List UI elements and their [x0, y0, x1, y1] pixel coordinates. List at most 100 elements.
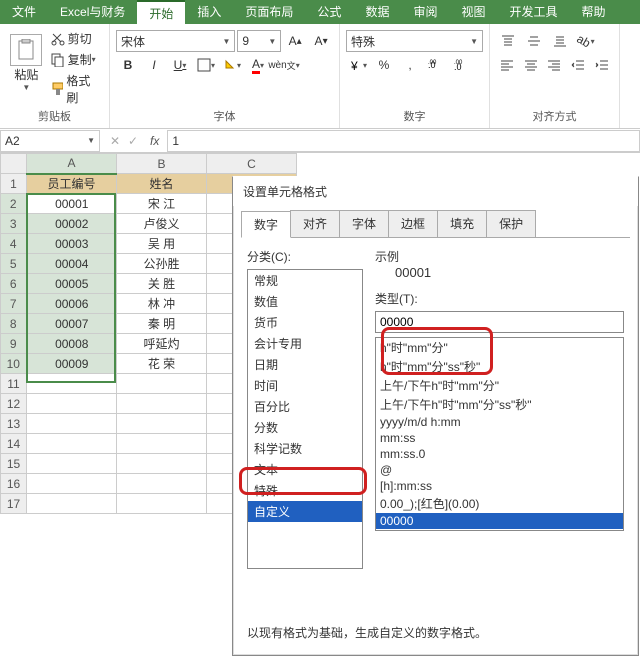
col-header-c[interactable]: C	[207, 154, 297, 174]
row-header[interactable]: 10	[1, 354, 27, 374]
cancel-icon[interactable]: ✕	[106, 134, 124, 148]
cell[interactable]: 00005	[27, 274, 117, 294]
accounting-format-button[interactable]: ¥▾	[346, 54, 370, 76]
list-item[interactable]: 时间	[248, 375, 362, 396]
row-header[interactable]: 11	[1, 374, 27, 394]
cell[interactable]	[117, 414, 207, 434]
list-item[interactable]: [h]:mm:ss	[376, 478, 623, 494]
cell[interactable]	[27, 474, 117, 494]
cell[interactable]	[27, 374, 117, 394]
align-right-button[interactable]	[544, 54, 566, 76]
tab-help[interactable]: 帮助	[570, 0, 618, 24]
align-middle-button[interactable]	[522, 30, 546, 52]
list-item[interactable]: 上午/下午h"时"mm"分"ss"秒"	[376, 395, 623, 414]
cell[interactable]: 关 胜	[117, 274, 207, 294]
list-item[interactable]: h"时"mm"分"ss"秒"	[376, 357, 623, 376]
cell[interactable]: 00002	[27, 214, 117, 234]
cell[interactable]: 姓名	[117, 174, 207, 194]
list-item[interactable]: 货币	[248, 312, 362, 333]
decrease-font-button[interactable]: A▾	[309, 30, 333, 52]
list-item[interactable]: 日期	[248, 354, 362, 375]
cell[interactable]: 宋 江	[117, 194, 207, 214]
align-left-button[interactable]	[496, 54, 518, 76]
tab-excel-finance[interactable]: Excel与财务	[48, 0, 137, 24]
copy-button[interactable]: 复制▾	[47, 49, 103, 70]
list-item[interactable]: 百分比	[248, 396, 362, 417]
underline-button[interactable]: U▾	[168, 54, 192, 76]
cell[interactable]	[117, 394, 207, 414]
row-header[interactable]: 15	[1, 454, 27, 474]
font-color-button[interactable]: A▾	[246, 54, 270, 76]
italic-button[interactable]: I	[142, 54, 166, 76]
dialog-tab-fill[interactable]: 填充	[437, 210, 487, 237]
list-item[interactable]: 会计专用	[248, 333, 362, 354]
row-header[interactable]: 2	[1, 194, 27, 214]
fx-icon[interactable]: fx	[142, 134, 167, 148]
font-name-combo[interactable]: 宋体▼	[116, 30, 235, 52]
col-header-b[interactable]: B	[117, 154, 207, 174]
tab-file[interactable]: 文件	[0, 0, 48, 24]
list-item[interactable]: 0.00_);[红色](0.00)	[376, 494, 623, 513]
select-all-corner[interactable]	[1, 154, 27, 174]
cell[interactable]	[27, 454, 117, 474]
cell[interactable]	[117, 434, 207, 454]
cell[interactable]	[117, 494, 207, 514]
dialog-tab-font[interactable]: 字体	[339, 210, 389, 237]
orientation-button[interactable]: ab▾	[574, 30, 598, 52]
cell[interactable]: 呼延灼	[117, 334, 207, 354]
decrease-decimal-button[interactable]: .00.0	[450, 54, 474, 76]
comma-style-button[interactable]: ,	[398, 54, 422, 76]
enter-icon[interactable]: ✓	[124, 134, 142, 148]
percent-button[interactable]: %	[372, 54, 396, 76]
row-header[interactable]: 5	[1, 254, 27, 274]
row-header[interactable]: 16	[1, 474, 27, 494]
font-size-combo[interactable]: 9▼	[237, 30, 281, 52]
align-center-button[interactable]	[520, 54, 542, 76]
row-header[interactable]: 3	[1, 214, 27, 234]
list-item[interactable]: 文本	[248, 459, 362, 480]
tab-home[interactable]: 开始	[137, 0, 185, 24]
list-item[interactable]: 数值	[248, 291, 362, 312]
cell[interactable]	[27, 494, 117, 514]
cell[interactable]: 00009	[27, 354, 117, 374]
phonetic-button[interactable]: wèn文▾	[272, 54, 296, 76]
row-header[interactable]: 12	[1, 394, 27, 414]
decrease-indent-button[interactable]	[567, 54, 589, 76]
dialog-tab-border[interactable]: 边框	[388, 210, 438, 237]
number-format-combo[interactable]: 特殊▼	[346, 30, 483, 52]
cell[interactable]: 员工编号	[27, 174, 117, 194]
list-item[interactable]: yyyy/m/d h:mm	[376, 414, 623, 430]
cell[interactable]	[117, 474, 207, 494]
tab-page-layout[interactable]: 页面布局	[233, 0, 305, 24]
row-header[interactable]: 1	[1, 174, 27, 194]
cell[interactable]	[27, 434, 117, 454]
list-item[interactable]: 分数	[248, 417, 362, 438]
cell[interactable]	[27, 394, 117, 414]
name-box[interactable]: A2▼	[0, 130, 100, 152]
dialog-tab-number[interactable]: 数字	[241, 211, 291, 238]
tab-insert[interactable]: 插入	[185, 0, 233, 24]
list-item[interactable]: 科学记数	[248, 438, 362, 459]
cell[interactable]: 卢俊义	[117, 214, 207, 234]
formula-input[interactable]: 1	[167, 130, 640, 152]
cell[interactable]: 公孙胜	[117, 254, 207, 274]
cell[interactable]: 秦 明	[117, 314, 207, 334]
list-item[interactable]: @	[376, 462, 623, 478]
list-item[interactable]: h"时"mm"分"	[376, 338, 623, 357]
tab-formulas[interactable]: 公式	[305, 0, 353, 24]
row-header[interactable]: 13	[1, 414, 27, 434]
borders-button[interactable]: ▾	[194, 54, 218, 76]
tab-review[interactable]: 审阅	[401, 0, 449, 24]
cut-button[interactable]: 剪切	[47, 28, 103, 49]
list-item[interactable]: 上午/下午h"时"mm"分"	[376, 376, 623, 395]
increase-font-button[interactable]: A▴	[283, 30, 307, 52]
row-header[interactable]: 4	[1, 234, 27, 254]
row-header[interactable]: 6	[1, 274, 27, 294]
paste-button[interactable]: 粘贴 ▼	[6, 28, 47, 98]
list-item[interactable]: 00000	[376, 513, 623, 529]
tab-view[interactable]: 视图	[449, 0, 497, 24]
bold-button[interactable]: B	[116, 54, 140, 76]
row-header[interactable]: 8	[1, 314, 27, 334]
dialog-tab-align[interactable]: 对齐	[290, 210, 340, 237]
category-listbox[interactable]: 常规 数值 货币 会计专用 日期 时间 百分比 分数 科学记数 文本 特殊 自定…	[247, 269, 363, 569]
